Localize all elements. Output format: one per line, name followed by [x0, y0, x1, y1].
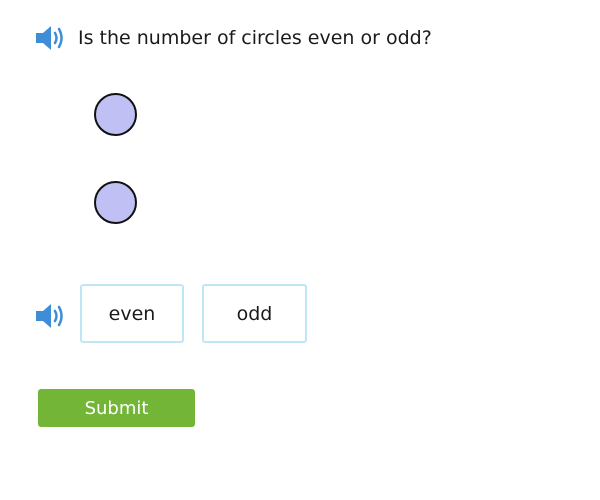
- speaker-icon: [36, 304, 63, 328]
- circle-group: [94, 93, 140, 225]
- submit-button[interactable]: Submit: [38, 389, 195, 427]
- circle: [94, 181, 137, 224]
- circle: [94, 93, 137, 136]
- question-speaker-icon[interactable]: [34, 23, 68, 53]
- answer-odd-button[interactable]: odd: [202, 284, 307, 343]
- answer-label: odd: [236, 302, 273, 325]
- question-text: Is the number of circles even or odd?: [78, 27, 432, 49]
- speaker-icon: [36, 26, 63, 50]
- answer-even-button[interactable]: even: [80, 284, 184, 343]
- answer-label: even: [108, 302, 156, 325]
- answers-speaker-icon[interactable]: [34, 301, 68, 331]
